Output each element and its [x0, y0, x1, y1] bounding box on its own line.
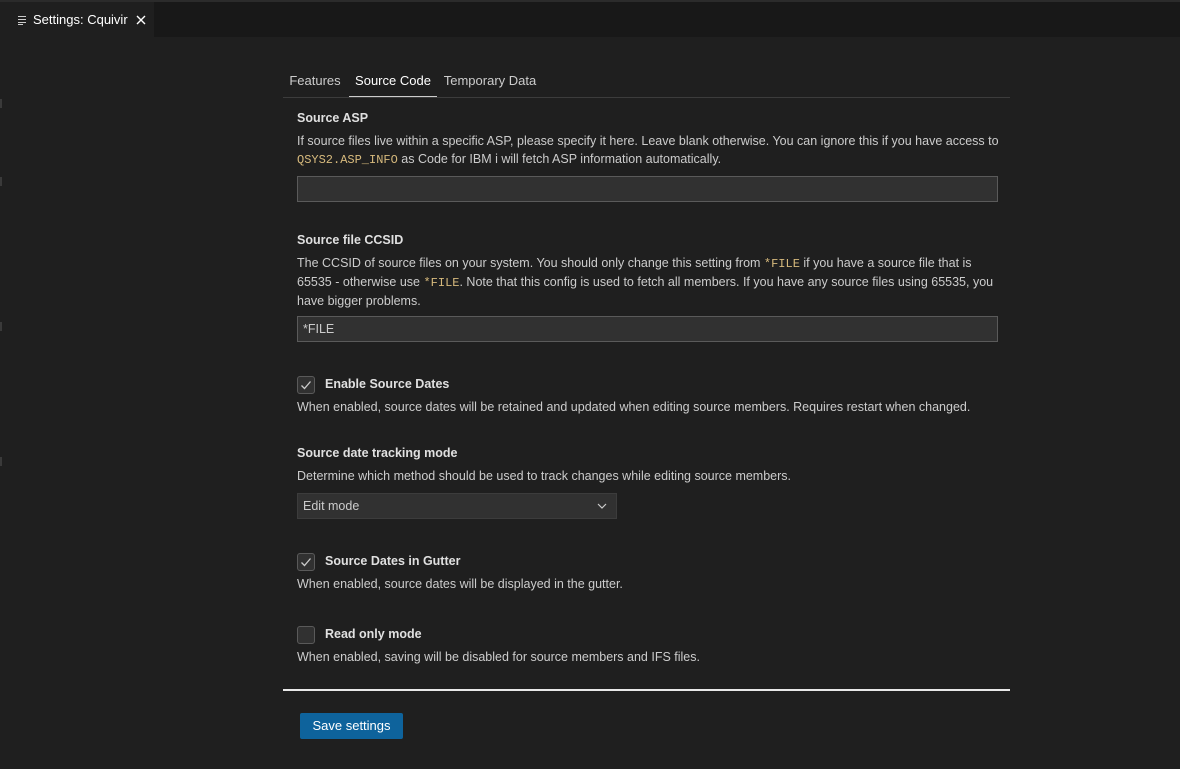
tab-temporary-data[interactable]: Temporary Data [441, 64, 539, 97]
chevron-down-icon [597, 503, 607, 509]
checkmark-icon [301, 558, 311, 567]
save-settings-button[interactable]: Save settings [300, 713, 403, 739]
tracking-mode-select[interactable]: Edit mode [297, 493, 617, 519]
settings-tabs: Features Source Code Temporary Data [283, 64, 1010, 98]
source-ccsid-description: The CCSID of source files on your system… [297, 256, 994, 308]
source-asp-label: Source ASP [297, 111, 369, 125]
tracking-mode-description: Determine which method should be used to… [297, 469, 792, 483]
editor-tab-bar: Settings: Cquivir [0, 0, 1180, 37]
dates-in-gutter-label: Source Dates in Gutter [325, 554, 461, 568]
read-only-label: Read only mode [325, 627, 422, 641]
source-ccsid-label: Source file CCSID [297, 233, 404, 247]
editor-tab-title: Settings: Cquivir [33, 12, 128, 27]
tab-features[interactable]: Features [283, 64, 347, 97]
tracking-mode-value: Edit mode [303, 499, 360, 513]
dates-in-gutter-checkbox[interactable] [297, 553, 315, 571]
settings-file-icon [18, 15, 26, 25]
divider [283, 689, 1010, 691]
tracking-mode-label: Source date tracking mode [297, 446, 458, 460]
source-asp-description: If source files live within a specific A… [297, 134, 999, 167]
editor-tab-settings[interactable]: Settings: Cquivir [0, 2, 154, 37]
enable-source-dates-description: When enabled, source dates will be retai… [297, 400, 971, 414]
source-ccsid-input[interactable]: *FILE [297, 316, 998, 342]
checkmark-icon [301, 381, 311, 390]
read-only-description: When enabled, saving will be disabled fo… [297, 650, 700, 664]
settings-panel: Features Source Code Temporary Data Sour… [0, 37, 1180, 769]
tab-source-code[interactable]: Source Code [349, 64, 437, 97]
close-icon[interactable] [136, 15, 146, 25]
read-only-checkbox[interactable] [297, 626, 315, 644]
dates-in-gutter-description: When enabled, source dates will be displ… [297, 577, 623, 591]
enable-source-dates-label: Enable Source Dates [325, 377, 450, 391]
enable-source-dates-checkbox[interactable] [297, 376, 315, 394]
source-asp-input[interactable] [297, 176, 998, 202]
asp-info-code: QSYS2.ASP_INFO [297, 153, 398, 167]
